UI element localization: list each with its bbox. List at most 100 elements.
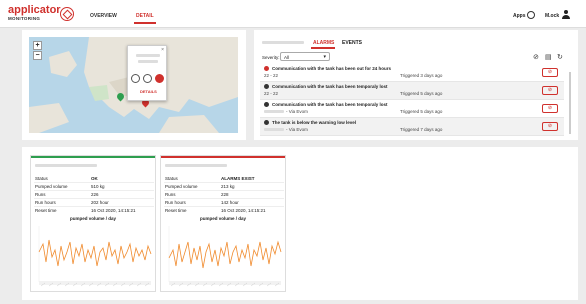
nav-overview[interactable]: OVERVIEW [90, 13, 117, 19]
tab-events[interactable]: EVENTS [342, 40, 362, 46]
zoom-out-button[interactable]: − [33, 51, 42, 60]
row-value: 142 hour [221, 200, 239, 205]
mute-alarm-button[interactable]: ⊘ [542, 122, 558, 131]
map-panel: + − × DETAILS [22, 30, 246, 140]
alarm-row[interactable]: Communication with the tank has been tem… [260, 82, 564, 100]
status-circle-icon[interactable] [143, 74, 152, 83]
nav-active-indicator [134, 22, 156, 24]
alarm-source: 22 - 22 [264, 91, 279, 96]
row-label: Status [165, 176, 178, 181]
logo-text: applicator [8, 4, 61, 16]
row-label: Pumped volume [35, 184, 68, 189]
alarm-time: Triggered 7 days ago [400, 127, 443, 132]
card-status-bar [161, 156, 285, 158]
alarm-source-redacted [264, 110, 284, 113]
alarm-time: Triggered 5 days ago [400, 91, 443, 96]
app-header: applicator MONITORING OVERVIEW DETAIL Ap… [0, 0, 586, 28]
user-icon[interactable] [562, 10, 570, 19]
mute-alarm-button[interactable]: ⊘ [542, 68, 558, 77]
status-value: ALARMS EXIST [221, 176, 255, 181]
alarm-source: - Via Evom [286, 127, 308, 132]
mute-alarm-button[interactable]: ⊘ [542, 104, 558, 113]
alarm-time: Triggered 3 days ago [400, 73, 443, 78]
details-link[interactable]: DETAILS [140, 89, 157, 94]
logo[interactable]: applicator MONITORING [8, 4, 61, 22]
chart-line [38, 239, 152, 267]
pumped-volume-chart [38, 226, 152, 287]
scrollbar[interactable] [569, 72, 571, 134]
row-value: 226 [91, 192, 99, 197]
row-label: Run hours [35, 200, 56, 205]
severity-select[interactable]: All [280, 52, 330, 61]
alarm-title: Communication with the tank has been tem… [272, 84, 388, 89]
popup-redacted-text [138, 60, 158, 63]
row-label: Reset time [35, 208, 57, 213]
row-value: 16 Oct 2020, 14:15:21 [91, 208, 136, 213]
divider [34, 198, 154, 199]
zoom-in-button[interactable]: + [33, 41, 42, 50]
divider [164, 190, 284, 191]
status-circle-icon[interactable] [131, 74, 140, 83]
row-label: Pumped volume [165, 184, 198, 189]
pumped-volume-chart [168, 226, 282, 287]
alarm-title: Communication with the tank has been tem… [272, 102, 388, 107]
card-status-bar [31, 156, 155, 158]
chart-brush[interactable] [39, 282, 151, 287]
divider [164, 206, 284, 207]
row-label: Run hours [165, 200, 186, 205]
row-value: 16 Oct 2020, 14:15:21 [221, 208, 266, 213]
alarm-severity-icon [264, 66, 269, 71]
row-label: Runs [35, 192, 46, 197]
chart-line [168, 240, 282, 269]
alarm-title: The tank is below the warning low level [272, 120, 357, 125]
card-title-redacted [35, 164, 97, 167]
apps-label[interactable]: Apps [513, 13, 526, 19]
user-name[interactable]: M.ock [545, 13, 559, 19]
alarm-time: Triggered 5 days ago [400, 109, 443, 114]
alarm-row[interactable]: Communication with the tank has been out… [260, 64, 564, 82]
chart-title: pumped volume / day [199, 216, 246, 221]
divider [34, 206, 154, 207]
tab-active-indicator [311, 47, 335, 49]
logo-badge-icon [60, 7, 74, 21]
severity-value: All [284, 55, 290, 60]
divider [164, 182, 284, 183]
row-label: Status [35, 176, 48, 181]
chart-brush[interactable] [169, 282, 281, 287]
alarm-row[interactable]: Communication with the tank has been tem… [260, 100, 564, 118]
row-value: 228 [221, 192, 229, 197]
pumps-panel: Status OK Pumped volume 510 kg Runs 226 … [22, 147, 578, 300]
row-value: 213 kg [221, 184, 235, 189]
row-label: Runs [165, 192, 176, 197]
card-title-redacted [165, 164, 227, 167]
row-label: Reset time [165, 208, 187, 213]
divider [164, 198, 284, 199]
alarms-panel: ALARMS EVENTS Severity: All ⊘ ▤ ↻ Commun… [254, 30, 578, 140]
mute-alarm-button[interactable]: ⊘ [542, 86, 558, 95]
alarm-row[interactable]: The tank is below the warning low level … [260, 118, 564, 136]
alarm-title: Communication with the tank has been out… [272, 66, 392, 71]
row-value: 202 hour [91, 200, 109, 205]
close-icon[interactable]: × [161, 47, 164, 53]
apps-icon[interactable] [527, 11, 535, 19]
chart-title: pumped volume / day [69, 216, 116, 221]
alarm-severity-icon [264, 120, 269, 125]
mute-icon[interactable]: ⊘ [533, 53, 539, 61]
severity-label: Severity: [262, 55, 280, 60]
refresh-icon[interactable]: ↻ [557, 53, 563, 61]
status-circle-alarm-icon[interactable] [155, 74, 164, 83]
alarm-severity-icon [264, 102, 269, 107]
popup-redacted-text [136, 54, 160, 57]
tab-redacted [262, 41, 304, 44]
alarm-source: 22 - 22 [264, 73, 279, 78]
row-value: 510 kg [91, 184, 105, 189]
map-popup: × DETAILS [127, 45, 167, 101]
divider [34, 182, 154, 183]
document-icon[interactable]: ▤ [545, 53, 552, 61]
nav-detail[interactable]: DETAIL [136, 13, 154, 19]
map[interactable]: + − × DETAILS [29, 37, 238, 133]
pump-card: Status ALARMS EXIST Pumped volume 213 kg… [160, 155, 286, 292]
logo-subtitle: MONITORING [8, 16, 41, 21]
status-value: OK [91, 176, 98, 181]
tab-alarms[interactable]: ALARMS [313, 40, 334, 46]
